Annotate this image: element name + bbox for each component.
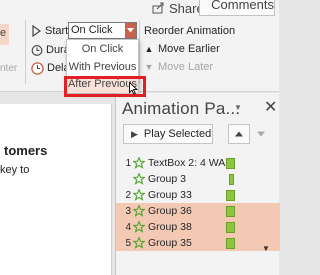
animation-order-number: 5 [125, 237, 131, 249]
ribbon-divider [139, 20, 140, 84]
start-control: Start: [31, 22, 71, 40]
up-arrow-icon: ▲ [144, 44, 154, 54]
animation-order-number: 3 [125, 205, 131, 217]
comments-label: Comments [211, 0, 274, 12]
animation-item-name: TextBox 2: 4 WA... [148, 157, 234, 169]
share-button[interactable]: Share [152, 0, 204, 16]
animation-item-name: Group 38 [148, 221, 192, 233]
timing-bar[interactable] [226, 206, 235, 217]
slide-canvas[interactable] [0, 104, 112, 275]
animation-order-number: 4 [125, 221, 131, 233]
pane-title: Animation Pa... [122, 99, 241, 118]
animation-item-name: Group 36 [148, 205, 192, 217]
entrance-star-icon [132, 157, 145, 170]
play-selected-button[interactable]: ▶ Play Selected [123, 124, 213, 144]
pane-options-icon[interactable]: ▼ [234, 103, 242, 112]
move-earlier-label: Move Earlier [158, 43, 220, 55]
animation-order-number: 1 [125, 157, 131, 169]
animation-list-item[interactable]: 1 TextBox 2: 4 WA... [116, 155, 280, 171]
animation-list-item[interactable]: 4 Group 38 [116, 219, 280, 235]
timing-bar[interactable] [226, 238, 235, 249]
caret-up-icon [235, 131, 243, 137]
slide-body-text[interactable]: key to [0, 164, 29, 176]
move-later-button[interactable]: ▼ Move Later [144, 59, 214, 75]
entrance-star-icon [132, 189, 145, 202]
ribbon: e nter Share Comments Start: On Click Du… [0, 0, 279, 92]
stopwatch-icon [31, 45, 43, 56]
reorder-animation-title: Reorder Animation [144, 25, 236, 37]
dropdown-option-with-previous[interactable]: With Previous [67, 59, 138, 76]
animation-list-item[interactable]: 3 Group 36 [116, 203, 280, 219]
timing-bar[interactable] [226, 158, 235, 169]
animation-list-item[interactable]: 2 Group 33 [116, 187, 280, 203]
dropdown-option-after-previous[interactable]: After Previous [67, 76, 138, 93]
move-earlier-button[interactable]: ▲ Move Earlier [144, 41, 220, 57]
ribbon-divider [25, 20, 26, 84]
animation-list-item[interactable]: 5 Group 35 [116, 235, 280, 251]
move-down-button[interactable] [254, 124, 268, 144]
move-later-label: Move Later [158, 61, 214, 73]
entrance-star-icon [132, 221, 145, 234]
animation-item-name: Group 35 [148, 237, 192, 249]
share-icon [152, 2, 164, 14]
down-arrow-icon: ▼ [144, 62, 154, 72]
move-up-button[interactable] [228, 124, 250, 144]
ribbon-partial-label: nter [0, 63, 18, 74]
animation-order-number: 2 [125, 189, 131, 201]
animation-pane: Animation Pa... ▼ ✕ ▶ Play Selected 1 Tex… [115, 93, 280, 275]
comments-button[interactable]: Comments [199, 0, 275, 16]
entrance-star-icon [132, 173, 145, 186]
animation-item-name: Group 33 [148, 189, 192, 201]
caret-down-icon [257, 131, 265, 137]
slide-heading-text[interactable]: tomers [4, 143, 47, 158]
start-play-icon [32, 25, 42, 37]
start-select[interactable]: On Click [68, 22, 137, 39]
timing-bar[interactable] [229, 174, 234, 185]
entrance-star-icon [132, 205, 145, 218]
timing-bar[interactable] [226, 222, 235, 233]
dropdown-option-on-click[interactable]: On Click [67, 41, 138, 58]
scroll-down-icon[interactable]: ▼ [262, 244, 270, 253]
animation-item-name: Group 3 [148, 173, 186, 185]
play-selected-label: Play Selected [143, 128, 212, 140]
mouse-cursor-icon [129, 82, 138, 95]
ribbon-selected-effect[interactable]: e [0, 24, 9, 45]
animation-list-item[interactable]: Group 3 [116, 171, 280, 187]
entrance-star-icon [132, 237, 145, 250]
start-select-value: On Click [71, 24, 113, 36]
timing-bar[interactable] [226, 190, 235, 201]
close-icon[interactable]: ✕ [264, 97, 277, 117]
ribbon-partial-label: e [0, 27, 7, 39]
play-icon: ▶ [131, 128, 138, 139]
clock-icon [31, 61, 44, 75]
chevron-down-icon[interactable] [125, 23, 136, 38]
